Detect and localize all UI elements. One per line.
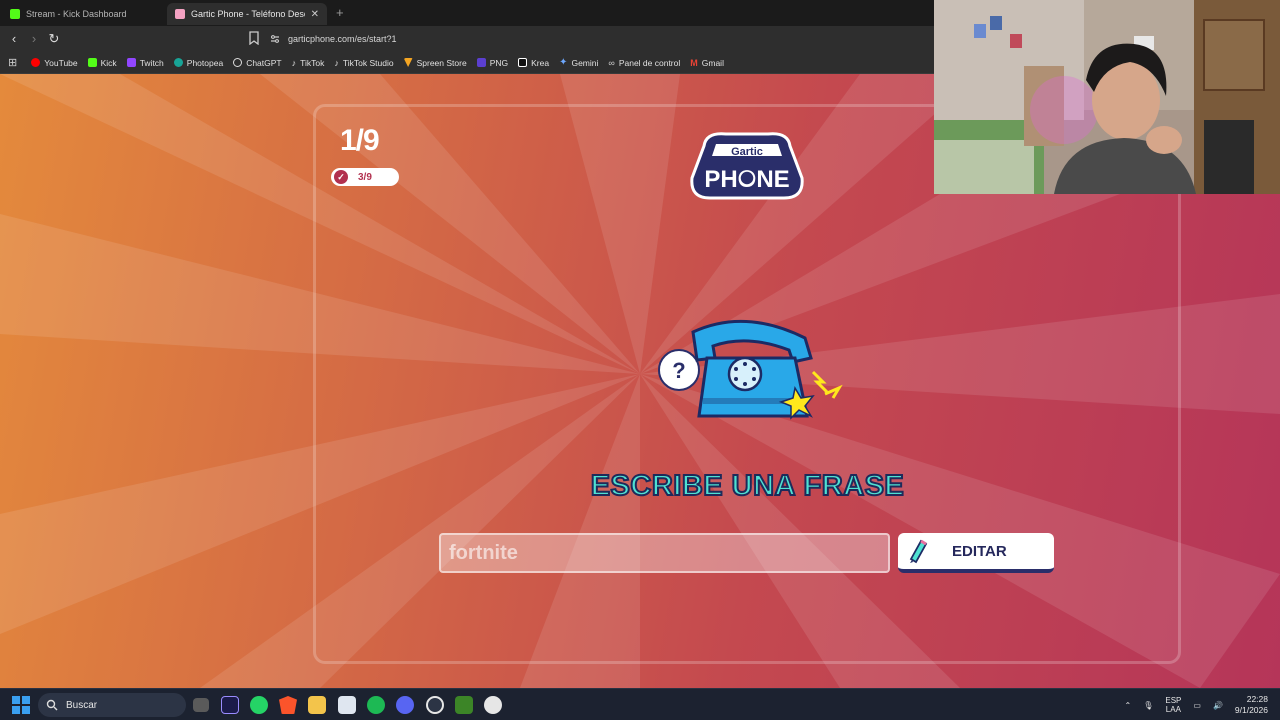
back-icon[interactable]: ‹	[6, 31, 22, 47]
phrase-input[interactable]	[439, 533, 890, 573]
kick-icon	[87, 58, 97, 67]
round-counter: 1/9	[340, 124, 380, 157]
bookmark-icon[interactable]	[248, 31, 260, 45]
discord-icon[interactable]	[396, 696, 414, 714]
prompt-title: ESCRIBE UNA FRASE	[590, 469, 905, 503]
search-placeholder: Buscar	[66, 699, 98, 711]
premiere-icon[interactable]	[221, 696, 239, 714]
network-icon[interactable]: ▭	[1193, 701, 1201, 710]
clock-date: 9/1/2026	[1234, 705, 1268, 715]
gartic-phone-logo: Gartic PHONE	[690, 132, 804, 200]
url-text: garticphone.com/es/start?1	[288, 34, 397, 44]
pencil-icon	[909, 539, 928, 564]
chatgpt-icon	[233, 58, 243, 67]
bookmark-label: Gemini	[571, 57, 599, 68]
bookmark-label: TikTok Studio	[342, 57, 394, 68]
bookmark-label: PNG	[489, 57, 509, 68]
bookmark-tiktok[interactable]: ♪ TikTok	[292, 58, 325, 68]
search-icon	[46, 699, 58, 711]
forward-icon[interactable]: ›	[26, 31, 42, 47]
bookmark-label: Panel de control	[618, 57, 681, 68]
players-done-badge: ✓ 3/9	[331, 168, 399, 186]
logo-line1: Gartic	[731, 146, 763, 158]
png-icon	[476, 58, 486, 67]
apps-grid-icon[interactable]: ⊞	[8, 56, 17, 69]
bookmark-gemini[interactable]: ✦ Gemini	[559, 57, 598, 68]
address-bar[interactable]: garticphone.com/es/start?1	[270, 30, 930, 48]
bookmark-label: Photopea	[186, 57, 224, 68]
bookmark-label: Gmail	[701, 57, 724, 68]
tiktok-icon: ♪	[334, 57, 339, 68]
bookmark-label: Kick	[100, 57, 117, 68]
bookmark-label: Spreen Store	[416, 57, 467, 68]
gmail-icon: M	[690, 57, 698, 68]
tiktok-icon: ♪	[291, 57, 297, 68]
bookmark-label: TikTok	[300, 57, 325, 68]
gartic-favicon-icon	[175, 9, 185, 19]
tab-gartic-phone[interactable]: Gartic Phone - Teléfono Descom ✕	[167, 3, 327, 25]
bookmark-twitch[interactable]: Twitch	[126, 57, 164, 68]
tab-kick-dashboard[interactable]: Stream - Kick Dashboard	[2, 3, 165, 25]
bookmark-gmail[interactable]: M Gmail	[690, 58, 724, 68]
gemini-icon: ✦	[559, 57, 568, 68]
kick-favicon-icon	[10, 9, 20, 19]
webcam-feed-image	[934, 0, 1280, 194]
bookmark-png[interactable]: PNG	[476, 57, 509, 68]
krea-icon	[518, 58, 528, 67]
checkmark-icon: ✓	[334, 170, 348, 184]
file-explorer-icon[interactable]	[308, 696, 326, 714]
microphone-icon[interactable]: 🎙	[1143, 701, 1153, 710]
windows-taskbar: Buscar ⌃ 🎙 ESP LAA ▭ 🔊 22:28 9/1/2026	[0, 688, 1280, 720]
svg-text:?: ?	[672, 358, 685, 383]
bookmark-label: ChatGPT	[246, 57, 282, 68]
close-tab-icon[interactable]: ✕	[311, 9, 319, 20]
link-icon: ∞	[608, 57, 615, 68]
bookmark-label: YouTube	[44, 57, 78, 68]
telephone-illustration: ?	[658, 319, 843, 420]
bookmark-tiktok-studio[interactable]: ♪ TikTok Studio	[334, 58, 393, 68]
tab-title: Stream - Kick Dashboard	[26, 9, 127, 19]
brave-icon[interactable]	[279, 696, 297, 714]
site-settings-icon[interactable]	[270, 34, 280, 44]
clock[interactable]: 22:28 9/1/2026	[1235, 694, 1268, 716]
new-tab-icon[interactable]: +	[336, 5, 344, 20]
bookmark-chatgpt[interactable]: ChatGPT	[233, 57, 282, 68]
chevron-up-icon[interactable]: ⌃	[1125, 701, 1132, 710]
lang-layout: LAA	[1165, 705, 1181, 714]
app-icon[interactable]	[484, 696, 502, 714]
ms-store-icon[interactable]	[338, 696, 356, 714]
bookmark-kick[interactable]: Kick	[87, 57, 117, 68]
photopea-icon	[173, 58, 183, 67]
youtube-icon	[31, 58, 41, 67]
bookmark-krea[interactable]: Krea	[518, 58, 549, 68]
reload-icon[interactable]: ↻	[46, 31, 62, 47]
language-indicator[interactable]: ESP LAA	[1165, 696, 1181, 714]
twitch-icon	[126, 58, 136, 67]
task-view-icon[interactable]	[193, 698, 209, 712]
chrome-icon[interactable]	[426, 696, 444, 714]
taskbar-search[interactable]: Buscar	[38, 693, 186, 717]
bookmark-youtube[interactable]: YouTube	[31, 57, 78, 68]
volume-icon[interactable]: 🔊	[1213, 701, 1223, 710]
minecraft-icon[interactable]	[455, 696, 473, 714]
spotify-icon[interactable]	[367, 696, 385, 714]
clock-time: 22:28	[1246, 694, 1268, 704]
spreen-store-icon	[403, 58, 413, 67]
tab-title: Gartic Phone - Teléfono Descom	[191, 9, 305, 19]
players-done-count: 3/9	[358, 171, 372, 183]
windows-start-icon[interactable]	[12, 696, 30, 714]
whatsapp-icon[interactable]	[250, 696, 268, 714]
bookmark-panel-de-control[interactable]: ∞ Panel de control	[608, 58, 680, 68]
bookmark-label: Krea	[531, 57, 550, 68]
edit-button[interactable]: EDITAR	[898, 533, 1054, 573]
webcam-overlay	[934, 0, 1280, 194]
lang-code: ESP	[1165, 696, 1182, 705]
bookmark-label: Twitch	[139, 57, 164, 68]
system-tray: ⌃ 🎙 ESP LAA ▭ 🔊 22:28 9/1/2026	[1125, 693, 1269, 717]
bookmark-spreen-store[interactable]: Spreen Store	[403, 57, 467, 68]
bookmark-photopea[interactable]: Photopea	[173, 57, 224, 68]
edit-button-label: EDITAR	[952, 542, 1007, 560]
